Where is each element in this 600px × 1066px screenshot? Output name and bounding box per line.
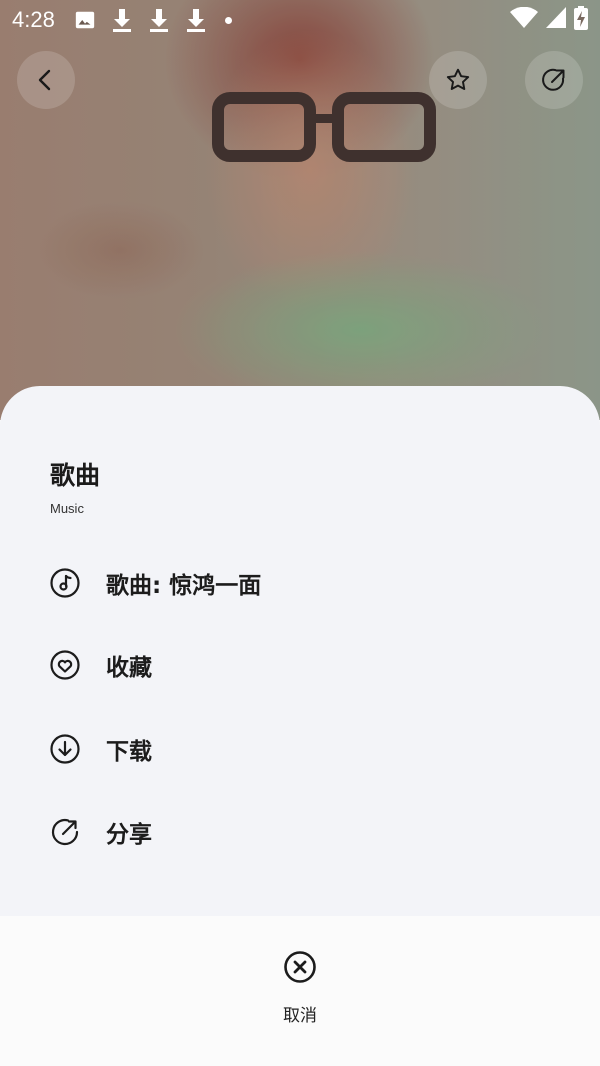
heart-icon xyxy=(49,649,81,681)
download-circle-icon xyxy=(49,733,81,765)
close-circle-icon xyxy=(284,951,316,983)
share-icon xyxy=(49,816,81,848)
menu-item-label: 分享 xyxy=(106,822,152,848)
download-icon xyxy=(184,8,208,32)
menu-item-download[interactable]: 下载 xyxy=(0,719,600,779)
cancel-label: 取消 xyxy=(283,1006,317,1026)
download-icon xyxy=(110,8,134,32)
music-note-icon xyxy=(49,567,81,599)
menu-item-label: 歌曲: 惊鸿一面 xyxy=(106,573,262,599)
share-top-button[interactable] xyxy=(525,51,583,109)
cancel-area: 取消 xyxy=(0,916,600,1066)
chevron-left-icon xyxy=(38,69,51,91)
wifi-icon xyxy=(510,6,538,33)
dot-icon xyxy=(224,16,232,24)
action-sheet: 歌曲 Music 歌曲: 惊鸿一面 收藏 下载 分享 xyxy=(0,386,600,916)
status-time: 4:28 xyxy=(12,7,55,32)
favorite-button[interactable] xyxy=(429,51,487,109)
back-button[interactable] xyxy=(17,51,75,109)
photo-scrim xyxy=(0,0,600,420)
status-right-icons xyxy=(510,6,588,34)
cancel-button[interactable]: 取消 xyxy=(250,950,350,1034)
star-icon xyxy=(446,68,470,90)
status-bar: 4:28 xyxy=(0,0,600,40)
menu-item-favorite[interactable]: 收藏 xyxy=(0,635,600,695)
cell-signal-icon xyxy=(546,7,566,33)
sheet-title: 歌曲 xyxy=(50,461,101,490)
menu-item-song[interactable]: 歌曲: 惊鸿一面 xyxy=(0,553,600,613)
image-icon xyxy=(73,8,97,32)
battery-charging-icon xyxy=(574,6,588,34)
share-icon xyxy=(542,68,565,91)
sheet-subtitle: Music xyxy=(50,501,84,516)
menu-item-share[interactable]: 分享 xyxy=(0,802,600,862)
menu-item-label: 收藏 xyxy=(106,655,152,681)
album-cover-image xyxy=(0,0,600,420)
download-icon xyxy=(147,8,171,32)
menu-item-label: 下载 xyxy=(106,739,152,765)
